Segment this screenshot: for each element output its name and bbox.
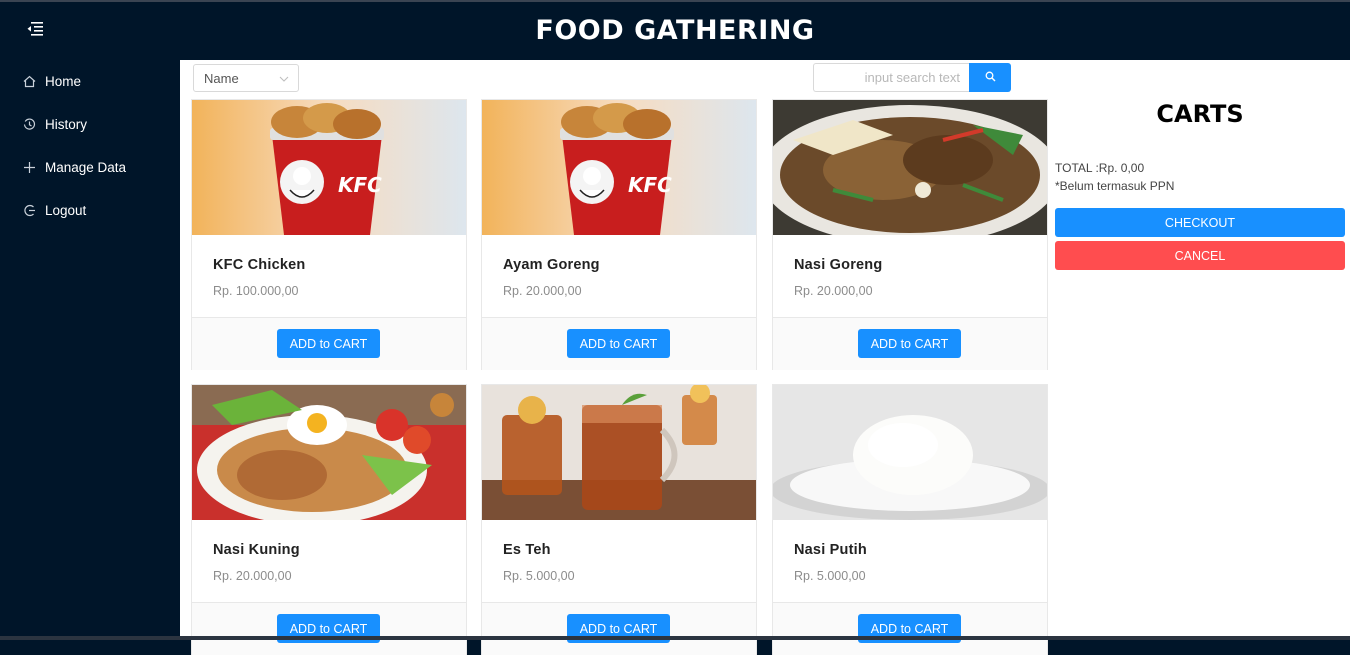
chevron-down-icon [279,72,289,82]
product-card: Es Teh Rp. 5.000,00 ADD to CART [481,384,757,655]
home-icon [22,75,36,89]
product-image-nasi-kuning [192,385,466,520]
product-card: Nasi Kuning Rp. 20.000,00 ADD to CART [191,384,467,655]
history-icon [22,118,36,132]
card-actions: ADD to CART [192,317,466,370]
search-button[interactable] [969,63,1011,92]
search-icon [985,69,996,87]
add-to-cart-button[interactable]: ADD to CART [277,329,380,358]
sidebar-item-logout[interactable]: Logout [0,189,180,232]
product-price: Rp. 5.000,00 [794,569,866,583]
product-card: KFC Ayam Goreng Rp. 20.000,00 ADD to CAR… [481,99,757,370]
product-name: Nasi Kuning [213,542,300,558]
add-to-cart-button[interactable]: ADD to CART [567,329,670,358]
cancel-button[interactable]: CANCEL [1055,241,1345,270]
search-bar [813,63,1011,92]
checkout-button[interactable]: CHECKOUT [1055,208,1345,237]
card-actions: ADD to CART [192,602,466,655]
card-actions: ADD to CART [773,602,1047,655]
window-bottom-edge [0,636,1350,640]
product-name: Ayam Goreng [503,257,600,273]
product-image-ayam-goreng: KFC [482,100,756,235]
product-card: KFC KFC Chicken Rp. 100.000,00 ADD to CA… [191,99,467,370]
card-actions: ADD to CART [482,317,756,370]
cart-tax-note: *Belum termasuk PPN [1055,179,1175,193]
sidebar-item-label: Home [45,74,82,89]
main-content: Name input search text KFC KFC Chicken R… [180,60,1350,655]
cart-total: TOTAL :Rp. 0,00 [1055,161,1145,175]
plus-icon [22,161,36,175]
svg-text:KFC: KFC [338,173,382,197]
sidebar-item-home[interactable]: Home [0,60,180,103]
product-image-es-teh [482,385,756,520]
sidebar: Home History Manage Data Logout [0,60,180,640]
product-price: Rp. 100.000,00 [213,284,299,298]
sidebar-item-label: History [45,117,88,132]
sort-select[interactable]: Name [193,64,299,92]
product-image-nasi-putih [773,385,1047,520]
product-price: Rp. 20.000,00 [213,569,292,583]
app-header: FOOD GATHERING [0,0,1350,60]
product-card: Nasi Goreng Rp. 20.000,00 ADD to CART [772,99,1048,370]
sidebar-item-history[interactable]: History [0,103,180,146]
product-image-kfc-chicken: KFC [192,100,466,235]
sidebar-item-label: Manage Data [45,160,127,175]
product-price: Rp. 5.000,00 [503,569,575,583]
product-price: Rp. 20.000,00 [794,284,873,298]
add-to-cart-button[interactable]: ADD to CART [858,329,961,358]
app-title: FOOD GATHERING [535,15,815,46]
product-price: Rp. 20.000,00 [503,284,582,298]
product-name: Nasi Putih [794,542,867,558]
product-image-nasi-goreng [773,100,1047,235]
product-name: Es Teh [503,542,551,558]
product-name: Nasi Goreng [794,257,883,273]
sidebar-item-label: Logout [45,203,87,218]
sort-select-value: Name [204,71,239,86]
logout-icon [22,204,36,218]
card-actions: ADD to CART [773,317,1047,370]
card-actions: ADD to CART [482,602,756,655]
cart-title: CARTS [1156,100,1244,128]
product-name: KFC Chicken [213,257,306,273]
svg-text:KFC: KFC [628,173,672,197]
sidebar-item-manage-data[interactable]: Manage Data [0,146,180,189]
product-card: Nasi Putih Rp. 5.000,00 ADD to CART [772,384,1048,655]
search-input[interactable] [813,63,970,92]
